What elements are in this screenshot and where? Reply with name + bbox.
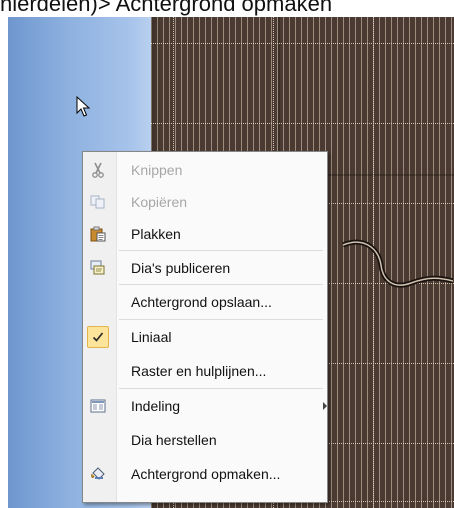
menu-item-label: Kopiëren: [131, 194, 188, 210]
scissors-icon: [88, 160, 108, 180]
grid-guide: [151, 123, 454, 124]
menu-item-label: Indeling: [131, 398, 181, 414]
caption-text: hierdelen)> Achtergrond opmaken: [0, 0, 333, 16]
menu-item-label: Knippen: [131, 162, 183, 178]
paint-bucket-icon: [88, 464, 108, 484]
menu-item-format-background[interactable]: Achtergrond opmaken...: [83, 458, 327, 490]
clipboard-icon: [88, 224, 108, 244]
publish-slides-icon: [88, 258, 108, 278]
menu-separator: [119, 388, 323, 389]
menu-item-ruler[interactable]: Liniaal: [83, 321, 327, 353]
menu-separator: [119, 250, 323, 251]
menu-item-label: Achtergrond opmaken...: [131, 466, 281, 482]
menu-separator: [119, 319, 323, 320]
mouse-pointer-icon: [76, 96, 90, 117]
menu-item-label: Achtergrond opslaan...: [131, 294, 272, 310]
menu-item-label: Dia's publiceren: [131, 260, 231, 276]
powerpoint-window: Knippen Kopiëren Plakken Dia's publicere…: [8, 17, 454, 508]
layout-icon: [88, 396, 108, 416]
menu-item-layout[interactable]: Indeling: [83, 390, 327, 422]
grid-guide: [151, 43, 454, 44]
menu-item-label: Liniaal: [131, 329, 172, 345]
menu-item-cut[interactable]: Knippen: [83, 154, 327, 186]
context-menu: Knippen Kopiëren Plakken Dia's publicere…: [82, 151, 328, 503]
menu-item-label: Dia herstellen: [131, 432, 217, 448]
checkmark-icon: [87, 326, 109, 348]
menu-item-paste[interactable]: Plakken: [83, 218, 327, 250]
menu-item-label: Raster en hulplijnen...: [131, 363, 267, 379]
curl-decoration: [342, 239, 453, 288]
menu-item-reset-slide[interactable]: Dia herstellen: [83, 424, 327, 456]
menu-separator: [119, 284, 323, 285]
copy-icon: [88, 192, 108, 212]
menu-item-save-background[interactable]: Achtergrond opslaan...: [83, 286, 327, 318]
menu-item-grid-guides[interactable]: Raster en hulplijnen...: [83, 355, 327, 387]
menu-item-publish-slides[interactable]: Dia's publiceren: [83, 252, 327, 284]
menu-item-label: Plakken: [131, 226, 181, 242]
submenu-arrow-icon: [323, 402, 327, 410]
menu-item-copy[interactable]: Kopiëren: [83, 186, 327, 218]
